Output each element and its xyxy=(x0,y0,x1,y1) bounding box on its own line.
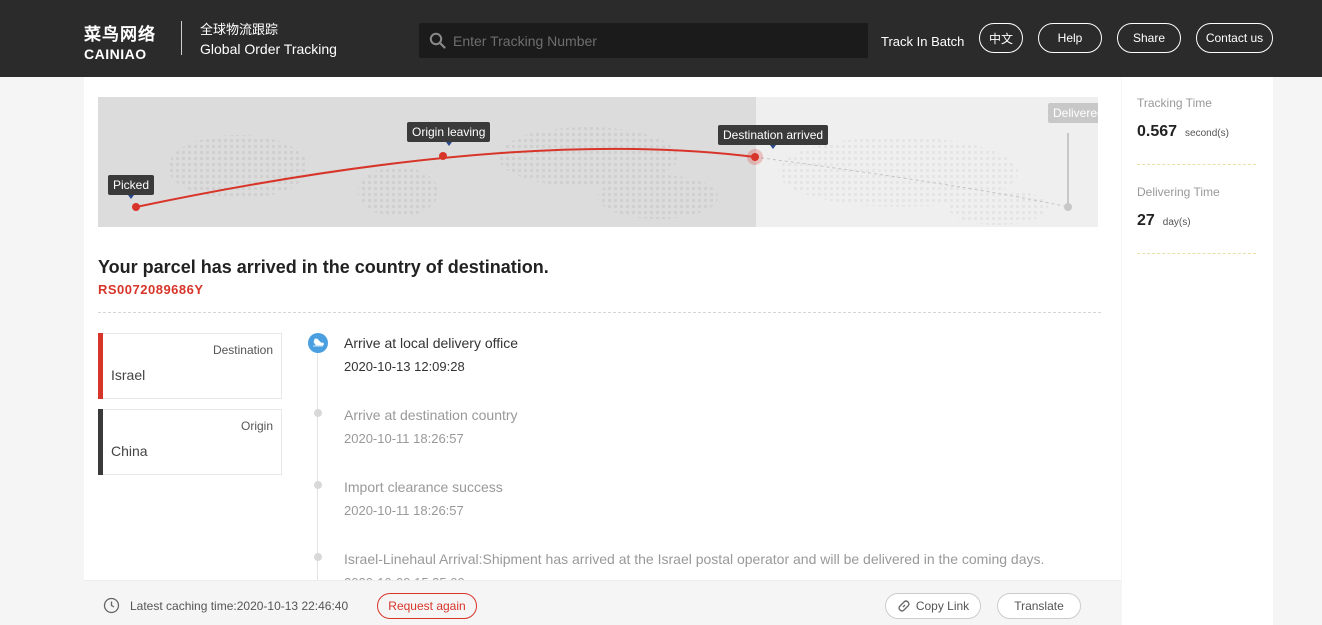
tracking-number-input[interactable] xyxy=(453,23,853,58)
event-description: Israel-Linehaul Arrival:Shipment has arr… xyxy=(344,551,1045,567)
request-again-button[interactable]: Request again xyxy=(377,593,477,619)
destination-country: Israel xyxy=(111,367,146,383)
search-bar xyxy=(419,23,868,58)
event-description: Import clearance success xyxy=(344,479,503,495)
clock-icon xyxy=(103,597,120,614)
logo-divider xyxy=(181,21,182,55)
copy-link-button[interactable]: Copy Link xyxy=(885,593,981,619)
origin-country: China xyxy=(111,443,148,459)
delivering-time-stat: Delivering Time 27 day(s) xyxy=(1137,166,1256,254)
route-map-graphic xyxy=(132,127,1072,225)
footer-bar: Latest caching time:2020-10-13 22:46:40 … xyxy=(84,580,1121,625)
help-button[interactable]: Help xyxy=(1038,23,1102,53)
event-description: Arrive at local delivery office xyxy=(344,335,519,351)
logo-chinese: 菜鸟网络 xyxy=(84,25,156,45)
tracking-time-stat: Tracking Time 0.567 second(s) xyxy=(1137,77,1256,165)
parcel-status-title: Your parcel has arrived in the country o… xyxy=(98,257,549,277)
share-button[interactable]: Share xyxy=(1117,23,1181,53)
delivering-time-value: 27 xyxy=(1137,212,1155,229)
delivered-point xyxy=(1064,203,1072,211)
origin-accent-bar xyxy=(98,409,103,475)
destination-card: Destination Israel xyxy=(98,333,282,399)
event-time: 2020-10-13 12:09:28 xyxy=(344,359,465,374)
copy-link-label: Copy Link xyxy=(915,599,970,613)
tracking-time-label: Tracking Time xyxy=(1137,96,1212,110)
origin-leaving-point xyxy=(439,152,447,160)
origin-card: Origin China xyxy=(98,409,282,475)
destination-arrived-point xyxy=(751,153,759,161)
timeline-dot xyxy=(314,481,322,489)
subtitle-english: Global Order Tracking xyxy=(200,41,337,57)
top-header: 菜鸟网络 CAINIAO 全球物流跟踪 Global Order Trackin… xyxy=(0,0,1322,77)
event-time: 2020-10-11 18:26:57 xyxy=(344,503,464,518)
link-icon xyxy=(898,600,910,612)
origin-label: Origin xyxy=(240,419,273,433)
picked-label: Picked xyxy=(108,175,155,199)
delivering-time-value-row: 27 day(s) xyxy=(1137,212,1191,230)
site-subtitle: 全球物流跟踪 Global Order Tracking xyxy=(200,22,337,58)
timeline-dot xyxy=(314,409,322,417)
event-description: Arrive at destination country xyxy=(344,407,518,423)
timeline-event: Arrive at local delivery office 2020-10-… xyxy=(344,335,518,374)
tracking-number[interactable]: RS0072089686Y xyxy=(98,282,204,297)
tracking-time-unit: second(s) xyxy=(1185,128,1229,139)
section-divider xyxy=(98,312,1101,313)
timeline-event: Arrive at destination country 2020-10-11… xyxy=(344,407,518,446)
timeline-dot xyxy=(314,553,322,561)
delivering-time-unit: day(s) xyxy=(1162,217,1191,228)
destination-accent-bar xyxy=(98,333,103,399)
stats-panel: Tracking Time 0.567 second(s) Delivering … xyxy=(1122,77,1273,625)
route-map: Picked Origin leaving Destination arrive… xyxy=(98,97,1098,227)
picked-point xyxy=(132,203,140,211)
search-icon[interactable] xyxy=(429,32,446,49)
main-panel: Picked Origin leaving Destination arrive… xyxy=(84,77,1121,625)
cache-time-text: Latest caching time:2020-10-13 22:46:40 xyxy=(130,599,349,613)
event-time: 2020-10-11 18:26:57 xyxy=(344,431,464,446)
destination-arrived-label: Destination arrived xyxy=(718,125,829,149)
tracking-time-value: 0.567 xyxy=(1137,123,1178,140)
language-button[interactable]: 中文 xyxy=(979,23,1023,53)
plane-landing-icon xyxy=(308,333,328,353)
timeline-event: Import clearance success 2020-10-11 18:2… xyxy=(344,479,503,518)
track-in-batch-link[interactable]: Track In Batch xyxy=(881,34,964,49)
tracking-time-value-row: 0.567 second(s) xyxy=(1137,123,1229,141)
contact-us-button[interactable]: Contact us xyxy=(1196,23,1273,53)
delivering-time-label: Delivering Time xyxy=(1137,185,1220,199)
subtitle-chinese: 全球物流跟踪 xyxy=(200,23,279,38)
translate-button[interactable]: Translate xyxy=(997,593,1081,619)
cainiao-logo[interactable]: 菜鸟网络 CAINIAO xyxy=(84,20,156,62)
delivered-label: Delivered xyxy=(1048,103,1098,123)
logo-english: CAINIAO xyxy=(84,46,147,62)
destination-label: Destination xyxy=(212,343,273,357)
origin-leaving-label: Origin leaving xyxy=(407,122,491,146)
